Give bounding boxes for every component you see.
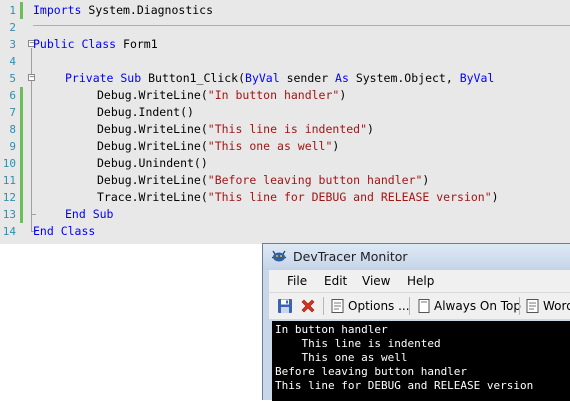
- output-line: This line for DEBUG and RELEASE version: [275, 379, 534, 392]
- string-literal: "This line for DEBUG and RELEASE version…: [207, 190, 492, 204]
- line-number: 11: [2, 174, 16, 187]
- code-text: ): [422, 173, 430, 187]
- code-line-14: End Class: [33, 223, 95, 240]
- code-line-8: Debug.WriteLine("This line is indented"): [97, 121, 374, 138]
- code-text: Debug.Indent(): [97, 105, 194, 119]
- code-text: Debug.WriteLine(: [97, 139, 208, 153]
- line-number: 4: [9, 55, 16, 68]
- keyword: Imports: [33, 3, 82, 17]
- line-number: 6: [9, 89, 16, 102]
- outlining-margin: − −: [22, 0, 36, 244]
- code-text: Debug.Unindent(): [97, 156, 208, 170]
- code-line-11: Debug.WriteLine("Before leaving button h…: [97, 172, 429, 189]
- line-number: 7: [9, 106, 16, 119]
- menu-edit[interactable]: Edit: [324, 274, 347, 288]
- line-number: 2: [9, 21, 16, 34]
- code-line-5: Private Sub Button1_Click(ByVal sender A…: [65, 70, 494, 87]
- devtracer-window[interactable]: DevTracer Monitor File Edit View Help Op…: [262, 243, 570, 401]
- options-label: Options ...: [348, 299, 410, 313]
- keyword: ByVal: [459, 71, 495, 85]
- save-icon[interactable]: [277, 298, 293, 314]
- line-number: 9: [9, 140, 16, 153]
- line-number: 5: [9, 72, 16, 85]
- string-literal: "This one as well": [207, 139, 333, 153]
- code-line-12: Trace.WriteLine("This line for DEBUG and…: [97, 189, 499, 206]
- keyword: Public Class: [33, 37, 117, 51]
- line-number: 10: [2, 157, 16, 170]
- toolbar-separator: [409, 297, 410, 315]
- line-number: 12: [2, 191, 16, 204]
- title-bar[interactable]: DevTracer Monitor: [263, 244, 570, 270]
- keyword: End Class: [33, 224, 96, 238]
- code-line-1: Imports System.Diagnostics: [33, 2, 213, 19]
- string-literal: "This line is indented": [207, 122, 368, 136]
- line-number: 3: [9, 38, 16, 51]
- line-number: 8: [9, 123, 16, 136]
- output-line: This one as well: [275, 351, 408, 364]
- always-on-top-icon: [418, 299, 430, 313]
- output-line: In button handler: [275, 323, 388, 336]
- word-wrap-icon: [526, 299, 539, 313]
- code-line-7: Debug.Indent(): [97, 104, 194, 121]
- code-text: Debug.WriteLine(: [97, 173, 208, 187]
- menu-bar: File Edit View Help: [269, 270, 570, 292]
- line-number-gutter: 1 2 3 4 5 6 7 8 9 10 11 12 13 14: [0, 0, 20, 244]
- code-text: ): [491, 190, 499, 204]
- always-on-top-label: Always On Top: [434, 299, 521, 313]
- menu-help[interactable]: Help: [407, 274, 434, 288]
- options-icon: [331, 299, 344, 313]
- string-literal: "In button handler": [207, 88, 340, 102]
- menu-file[interactable]: File: [287, 274, 307, 288]
- keyword: End Sub: [65, 207, 114, 221]
- code-line-3: Public Class Form1: [33, 36, 158, 53]
- code-line-9: Debug.WriteLine("This one as well"): [97, 138, 339, 155]
- code-text: Form1: [116, 37, 158, 51]
- code-text: ): [367, 122, 374, 136]
- toolbar-separator: [323, 297, 324, 315]
- menu-view[interactable]: View: [362, 274, 390, 288]
- output-line: Before leaving button handler: [275, 365, 468, 378]
- toolbar-separator: [519, 297, 520, 315]
- keyword: ByVal: [245, 71, 280, 85]
- window-title: DevTracer Monitor: [293, 249, 408, 264]
- word-wrap-label: Word: [543, 299, 570, 313]
- region-separator: [33, 25, 570, 26]
- code-text: sender: [279, 71, 336, 85]
- code-line-6: Debug.WriteLine("In button handler"): [97, 87, 346, 104]
- outline-end-tick: [31, 214, 36, 215]
- code-text: System.Diagnostics: [81, 3, 214, 17]
- line-number: 14: [2, 225, 16, 238]
- devtracer-app-icon: [272, 250, 286, 262]
- collapse-sub-icon[interactable]: −: [28, 74, 35, 81]
- trace-output-pane[interactable]: In button handler This line is indented …: [272, 321, 570, 401]
- code-text: Trace.WriteLine(: [97, 190, 208, 204]
- keyword: Private Sub: [65, 71, 142, 85]
- clear-icon[interactable]: [300, 298, 316, 314]
- code-text: ): [332, 139, 340, 153]
- code-text: Button1_Click(: [141, 71, 246, 85]
- line-number: 13: [2, 208, 16, 221]
- code-text: ): [339, 88, 347, 102]
- code-text: Debug.WriteLine(: [97, 88, 208, 102]
- line-number: 1: [9, 4, 16, 17]
- keyword: As: [335, 71, 349, 85]
- code-editor[interactable]: 1 2 3 4 5 6 7 8 9 10 11 12 13 14 − − Imp…: [0, 0, 570, 244]
- output-line: This line is indented: [275, 337, 441, 350]
- code-line-13: End Sub: [65, 206, 113, 223]
- code-text: System.Object,: [348, 71, 460, 85]
- code-line-10: Debug.Unindent(): [97, 155, 208, 172]
- string-literal: "Before leaving button handler": [207, 173, 423, 187]
- toolbar: Options ... Always On Top Word: [269, 292, 570, 319]
- code-text: Debug.WriteLine(: [97, 122, 208, 136]
